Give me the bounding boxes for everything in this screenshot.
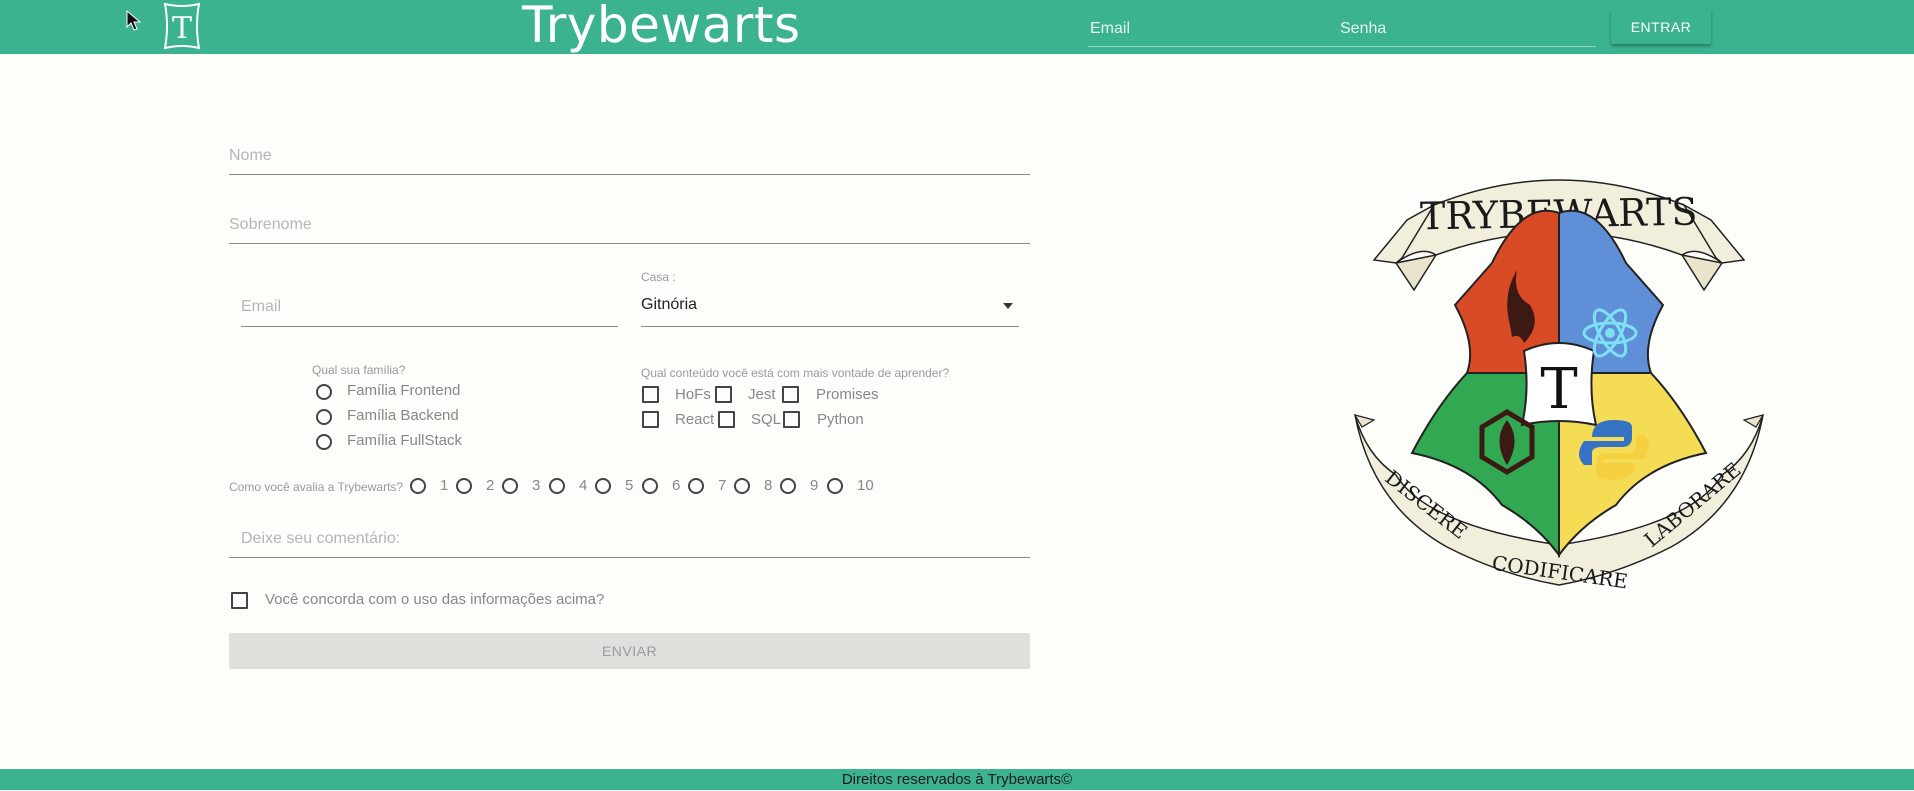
- rating-radio-4[interactable]: [549, 478, 565, 494]
- subject-checkbox-promises[interactable]: [782, 386, 799, 403]
- crest-center-letter: T: [1540, 357, 1577, 422]
- rating-option-label: 2: [486, 477, 495, 494]
- rating-option-label: 1: [440, 477, 449, 494]
- surname-input[interactable]: [229, 206, 1030, 244]
- subject-checkbox-python[interactable]: [783, 411, 800, 428]
- rating-radio-2[interactable]: [456, 478, 472, 494]
- rating-option-label: 4: [579, 477, 588, 494]
- submit-button[interactable]: ENVIAR: [229, 633, 1030, 669]
- caret-down-icon: [1003, 303, 1013, 309]
- subject-checkbox-sql[interactable]: [718, 411, 735, 428]
- email-input[interactable]: [241, 288, 618, 327]
- subject-option-label: HoFs: [675, 386, 711, 403]
- agreement-label: Você concorda com o uso das informações …: [265, 591, 605, 608]
- subject-option-label: SQL: [751, 411, 782, 428]
- login-button[interactable]: ENTRAR: [1611, 10, 1711, 44]
- rating-option-label: 6: [672, 477, 681, 494]
- rating-option-label: 5: [625, 477, 634, 494]
- comment-textarea[interactable]: [229, 520, 1030, 558]
- rating-label: Como você avalia a Trybewarts?: [229, 480, 404, 494]
- subjects-label: Qual conteúdo você está com mais vontade…: [641, 366, 950, 380]
- name-input[interactable]: [229, 138, 1030, 175]
- rating-radio-10[interactable]: [827, 478, 843, 494]
- rating-radio-8[interactable]: [734, 478, 750, 494]
- subject-option-label: Jest: [748, 386, 776, 403]
- rating-radio-3[interactable]: [502, 478, 518, 494]
- house-selected-value: Gitnória: [641, 296, 698, 313]
- rating-option-label: 3: [532, 477, 541, 494]
- house-label: Casa :: [641, 270, 676, 284]
- footer-text: Direitos reservados à Trybewarts©: [841, 771, 1073, 788]
- rating-option-label: 7: [718, 477, 727, 494]
- family-option-label: Família Frontend: [347, 382, 461, 399]
- rating-radio-1[interactable]: [410, 478, 426, 494]
- react-atom-icon: [1605, 328, 1615, 338]
- subject-checkbox-react[interactable]: [642, 411, 659, 428]
- trybewarts-crest-image: TRYBEWARTS DISCERE CODIFICARE LABORARE T: [1353, 179, 1765, 593]
- login-email-input[interactable]: [1088, 12, 1340, 47]
- family-label: Qual sua família?: [312, 363, 406, 377]
- house-select[interactable]: Gitnória: [641, 288, 1019, 327]
- login-password-input[interactable]: [1338, 12, 1596, 47]
- top-header: T Trybewarts ENTRAR: [0, 0, 1914, 54]
- rating-radio-6[interactable]: [642, 478, 658, 494]
- subject-option-label: Python: [817, 411, 864, 428]
- footer: Direitos reservados à Trybewarts©: [0, 769, 1914, 790]
- subject-checkbox-hofs[interactable]: [642, 386, 659, 403]
- brand-title: Trybewarts: [522, 0, 801, 54]
- rating-option-label: 10: [857, 477, 874, 494]
- rating-radio-5[interactable]: [595, 478, 611, 494]
- subject-option-label: React: [675, 411, 715, 428]
- logo-letter: T: [172, 11, 192, 46]
- subject-option-label: Promises: [816, 386, 879, 403]
- family-radio-frontend[interactable]: [316, 384, 332, 400]
- rating-radio-9[interactable]: [780, 478, 796, 494]
- agreement-checkbox[interactable]: [231, 592, 248, 609]
- family-radio-backend[interactable]: [316, 409, 332, 425]
- family-option-label: Família Backend: [347, 407, 459, 424]
- trybewarts-logo-icon[interactable]: T: [159, 1, 205, 51]
- family-option-label: Família FullStack: [347, 432, 463, 449]
- subject-checkbox-jest[interactable]: [715, 386, 732, 403]
- family-radio-fullstack[interactable]: [316, 434, 332, 450]
- rating-option-label: 8: [764, 477, 773, 494]
- rating-radio-7[interactable]: [688, 478, 704, 494]
- mouse-cursor-icon: [126, 10, 142, 31]
- rating-option-label: 9: [810, 477, 819, 494]
